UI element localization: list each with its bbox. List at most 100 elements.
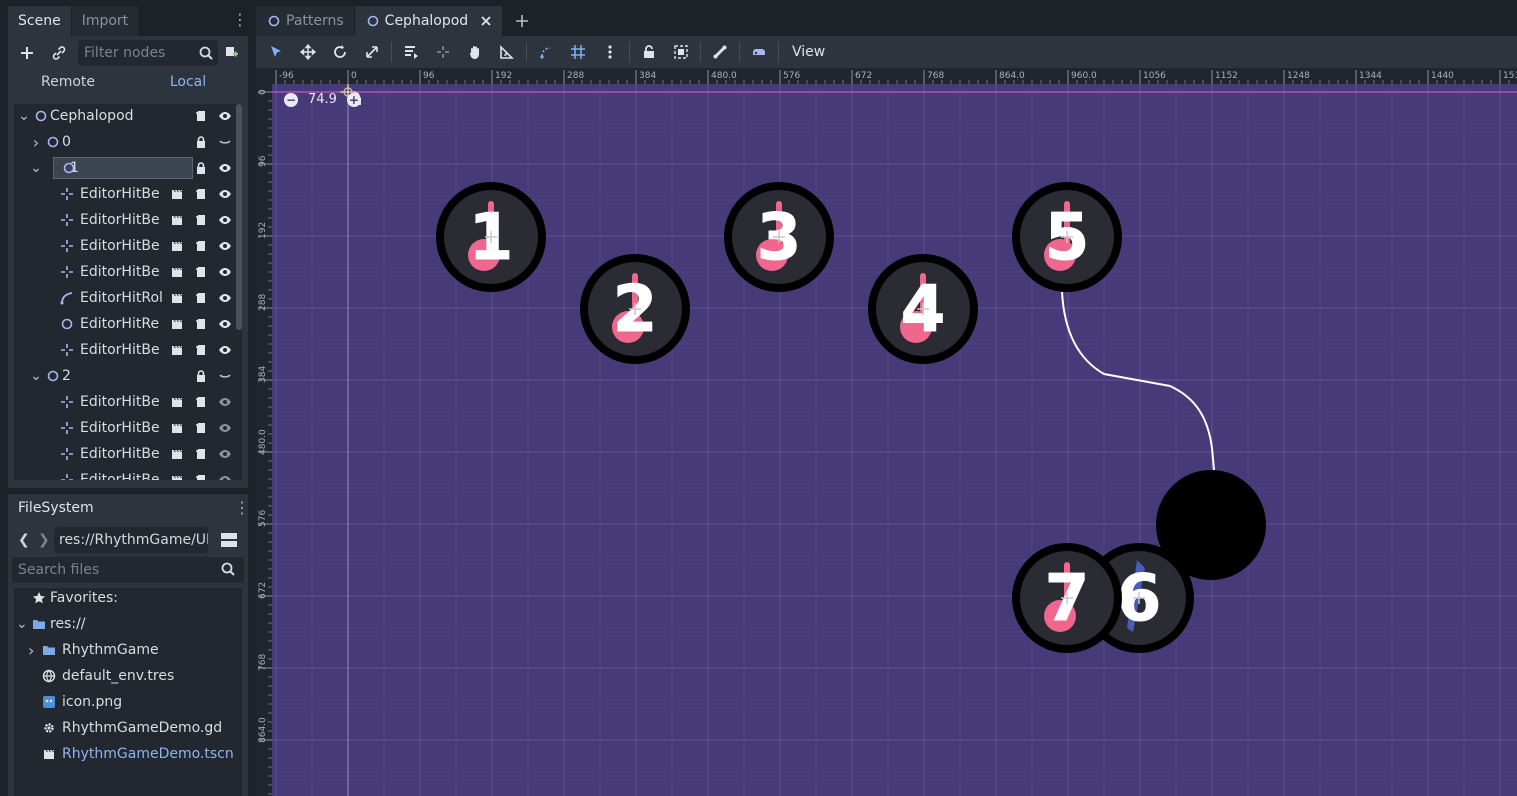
script-icon[interactable]: [192, 263, 210, 281]
list-select-button[interactable]: [395, 38, 427, 66]
snap-options-button[interactable]: [594, 38, 626, 66]
tree-node[interactable]: EditorHitRol: [14, 285, 242, 311]
clapper-icon[interactable]: [168, 289, 186, 307]
tree-node[interactable]: ⌄ 2: [14, 363, 242, 389]
view-menu[interactable]: View: [782, 38, 835, 66]
tree-node[interactable]: › 0: [14, 129, 242, 155]
split-view-icon[interactable]: [220, 531, 238, 549]
eye-icon[interactable]: [216, 445, 234, 463]
ruler-mode-button[interactable]: [491, 38, 523, 66]
hit-beat-marker[interactable]: 7: [1012, 543, 1122, 653]
camera-override-button[interactable]: [743, 38, 775, 66]
eye-icon[interactable]: [216, 419, 234, 437]
script-icon[interactable]: [192, 419, 210, 437]
dock-menu-icon[interactable]: ⋮: [232, 10, 248, 29]
script-icon[interactable]: [192, 445, 210, 463]
tree-node[interactable]: EditorHitBe: [14, 181, 242, 207]
clapper-icon[interactable]: [168, 393, 186, 411]
script-icon[interactable]: [192, 185, 210, 203]
add-node-button[interactable]: [14, 40, 40, 66]
eye-icon[interactable]: [216, 237, 234, 255]
canvas-viewport[interactable]: -96 0 96 192 288 384 480.0 576 672 768 864.0 960.0 1…: [256, 68, 1517, 796]
tab-import[interactable]: Import: [71, 6, 139, 36]
eye-icon[interactable]: [216, 263, 234, 281]
script-icon[interactable]: [192, 471, 210, 480]
back-icon[interactable]: ❮: [18, 532, 30, 548]
clapper-icon[interactable]: [168, 445, 186, 463]
script-icon[interactable]: [192, 211, 210, 229]
forward-icon[interactable]: ❯: [38, 532, 50, 548]
zoom-out-button[interactable]: −: [284, 92, 298, 107]
clapper-icon[interactable]: [168, 211, 186, 229]
group-button[interactable]: [665, 38, 697, 66]
link-button[interactable]: [46, 40, 72, 66]
eye-icon[interactable]: [216, 185, 234, 203]
hit-beat-marker[interactable]: 2: [580, 254, 690, 364]
clapper-icon[interactable]: [168, 419, 186, 437]
tree-node[interactable]: EditorHitBe: [14, 441, 242, 467]
pivot-button[interactable]: [427, 38, 459, 66]
tree-node[interactable]: EditorHitBe: [14, 259, 242, 285]
zoom-in-button[interactable]: +: [346, 92, 361, 107]
canvas-svg[interactable]: -96 0 96 192 288 384 480.0 576 672 768 864.0 960.0 1…: [256, 68, 1517, 796]
script-icon[interactable]: [192, 107, 210, 125]
move-mode-button[interactable]: [292, 38, 324, 66]
filesystem-item[interactable]: ⌄ res://: [14, 611, 242, 637]
script-icon[interactable]: [192, 289, 210, 307]
filesystem-item[interactable]: › RhythmGame: [14, 637, 242, 663]
tree-node[interactable]: EditorHitBe: [14, 233, 242, 259]
chevron-down-icon[interactable]: ⌄: [18, 108, 30, 124]
filesystem-item[interactable]: icon.png: [14, 689, 242, 715]
clapper-icon[interactable]: [168, 471, 186, 480]
chevron-down-icon[interactable]: ⌄: [30, 160, 42, 176]
clapper-icon[interactable]: [168, 237, 186, 255]
eye-icon[interactable]: [216, 159, 234, 177]
filesystem-item[interactable]: RhythmGameDemo.tscn: [14, 741, 242, 767]
chevron-right-icon[interactable]: ›: [30, 133, 42, 152]
tree-node[interactable]: ⌄ 1: [14, 155, 242, 181]
search-files-input[interactable]: Search files: [12, 557, 244, 583]
script-icon[interactable]: [192, 341, 210, 359]
lock-icon[interactable]: [192, 133, 210, 151]
remote-button[interactable]: Remote: [8, 68, 128, 96]
tree-node[interactable]: EditorHitBe: [14, 467, 242, 480]
tree-node[interactable]: EditorHitBe: [14, 389, 242, 415]
tree-node[interactable]: EditorHitBe: [14, 415, 242, 441]
pan-mode-button[interactable]: [459, 38, 491, 66]
clapper-icon[interactable]: [168, 315, 186, 333]
hit-beat-marker[interactable]: 5: [1012, 182, 1122, 292]
filesystem-menu-icon[interactable]: ⋮: [234, 498, 250, 517]
instance-scene-button[interactable]: [218, 40, 244, 66]
filesystem-item[interactable]: RhythmGameDemo.gd: [14, 715, 242, 741]
tab-cephalopod[interactable]: Cephalopod: [354, 6, 503, 36]
script-icon[interactable]: [192, 393, 210, 411]
path-field[interactable]: res://RhythmGame/UI: [54, 527, 208, 553]
filter-nodes-input[interactable]: Filter nodes: [78, 40, 218, 66]
grid-snap-button[interactable]: [562, 38, 594, 66]
scene-tree-scrollbar[interactable]: [236, 104, 242, 330]
clapper-icon[interactable]: [168, 185, 186, 203]
eye-closed-icon[interactable]: [216, 133, 234, 151]
tab-scene[interactable]: Scene: [8, 6, 71, 36]
lock-button[interactable]: [633, 38, 665, 66]
script-icon[interactable]: [192, 237, 210, 255]
eye-icon[interactable]: [216, 289, 234, 307]
clapper-icon[interactable]: [168, 341, 186, 359]
tab-filesystem[interactable]: FileSystem: [8, 494, 104, 522]
eye-icon[interactable]: [216, 315, 234, 333]
script-icon[interactable]: [192, 315, 210, 333]
tree-node[interactable]: ⌄ Cephalopod: [14, 104, 242, 129]
clapper-icon[interactable]: [168, 263, 186, 281]
tree-node[interactable]: EditorHitRe: [14, 311, 242, 337]
chevron-down-icon[interactable]: ⌄: [16, 616, 28, 632]
tree-node[interactable]: EditorHitBe: [14, 207, 242, 233]
hit-beat-marker[interactable]: 3: [724, 182, 834, 292]
eye-icon[interactable]: [216, 471, 234, 480]
tree-node[interactable]: EditorHitBe: [14, 337, 242, 363]
eye-icon[interactable]: [216, 393, 234, 411]
filesystem-item[interactable]: default_env.tres: [14, 663, 242, 689]
smart-snap-button[interactable]: [530, 38, 562, 66]
eye-icon[interactable]: [216, 107, 234, 125]
skeleton-button[interactable]: [704, 38, 736, 66]
eye-icon[interactable]: [216, 211, 234, 229]
